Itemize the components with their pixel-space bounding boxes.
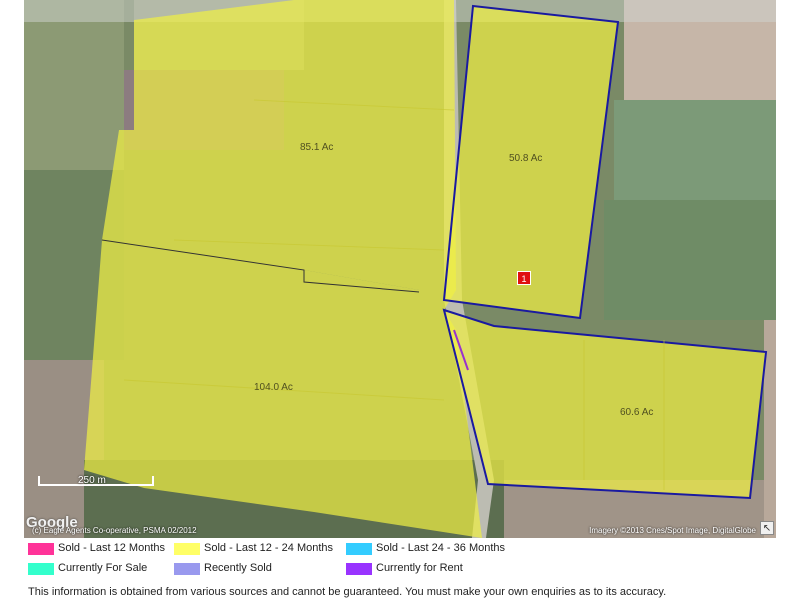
scale-label: 250 m bbox=[78, 475, 106, 486]
legend-label: Sold - Last 12 Months bbox=[58, 542, 166, 554]
legend-swatch bbox=[174, 543, 200, 555]
satellite-map[interactable] bbox=[24, 0, 776, 538]
legend-label: Currently For Sale bbox=[58, 562, 148, 574]
disclaimer-text: This information is obtained from variou… bbox=[28, 586, 667, 598]
parcel-area-label: 104.0 Ac bbox=[254, 382, 293, 393]
map-copyright: (c) Eagle Agents Co-operative, PSMA 02/2… bbox=[32, 526, 197, 535]
legend-swatch bbox=[28, 563, 54, 575]
scale-bar: 250 m bbox=[38, 475, 154, 490]
imagery-attribution: Imagery ©2013 Cnes/Spot Image, DigitalGl… bbox=[589, 526, 756, 535]
parcel-area-label: 60.6 Ac bbox=[620, 407, 654, 418]
legend-label: Currently for Rent bbox=[376, 562, 463, 574]
legend-label: Sold - Last 24 - 36 Months bbox=[376, 542, 506, 554]
legend-label: Recently Sold bbox=[204, 562, 272, 574]
parcel-area-label: 50.8 Ac bbox=[509, 153, 543, 164]
map-view[interactable]: 85.1 Ac 50.8 Ac 104.0 Ac 60.6 Ac 1 250 m… bbox=[24, 0, 776, 538]
legend-swatch bbox=[174, 563, 200, 575]
legend-swatch bbox=[346, 563, 372, 575]
resize-arrow-icon[interactable]: ↖ bbox=[760, 521, 774, 535]
parcel-area-label: 85.1 Ac bbox=[300, 142, 334, 153]
legend-swatch bbox=[346, 543, 372, 555]
legend-label: Sold - Last 12 - 24 Months bbox=[204, 542, 334, 554]
property-marker[interactable]: 1 bbox=[517, 271, 531, 285]
legend-swatch bbox=[28, 543, 54, 555]
